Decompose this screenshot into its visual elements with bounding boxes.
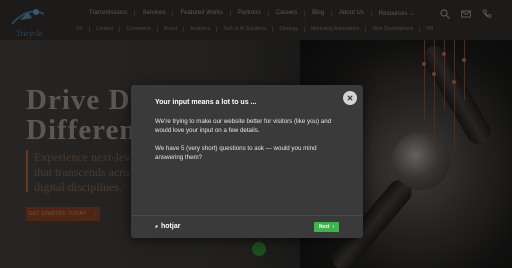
next-label: Next	[318, 224, 330, 230]
hotjar-flame-icon	[155, 223, 158, 230]
survey-body-paragraph-1: We're trying to make our website better …	[155, 118, 332, 134]
survey-title: Your input means a lot to us ...	[155, 99, 257, 106]
chevron-right-icon: ›	[332, 224, 335, 230]
hotjar-branding[interactable]: hotjar	[154, 223, 180, 230]
hotjar-label: hotjar	[161, 223, 181, 230]
survey-body-paragraph-2: We have 5 (very short) questions to ask …	[155, 145, 317, 161]
modal-divider	[131, 215, 363, 216]
close-icon	[347, 95, 353, 101]
close-button[interactable]	[343, 91, 357, 105]
next-button[interactable]: Next ›	[314, 222, 339, 232]
